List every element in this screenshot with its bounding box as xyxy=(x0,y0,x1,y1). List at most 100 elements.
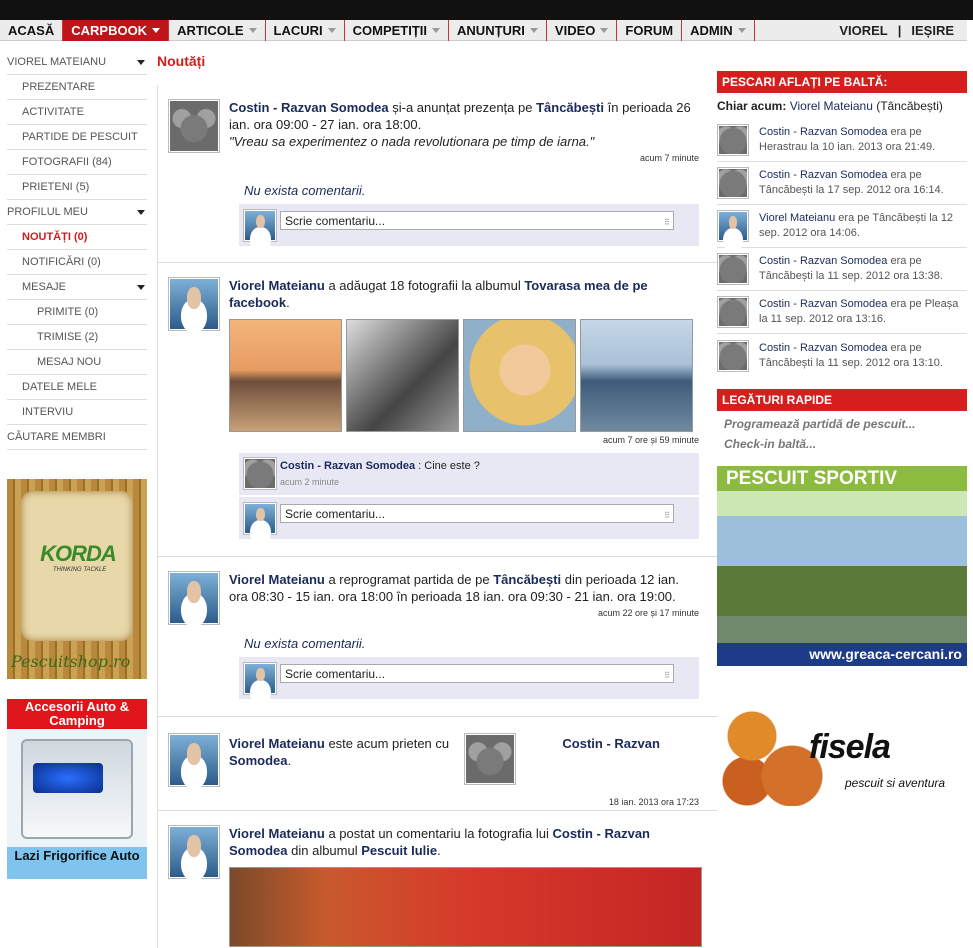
sidebar-item-prezentare[interactable]: PREZENTARE xyxy=(7,75,147,100)
photo-thumbnail[interactable] xyxy=(463,319,576,432)
koala-avatar-image xyxy=(719,255,747,283)
avatar[interactable] xyxy=(717,339,749,372)
resize-grip-icon[interactable]: ⠿ xyxy=(664,671,670,680)
avatar[interactable] xyxy=(168,571,220,625)
avatar[interactable] xyxy=(168,277,220,331)
comment-input[interactable] xyxy=(280,664,674,683)
checkin-name-link[interactable]: Costin - Razvan Somodea xyxy=(759,169,887,181)
sidebar-item-noutati[interactable]: NOUTĂȚI (0) xyxy=(7,225,147,250)
nav-competitii[interactable]: COMPETIȚII xyxy=(345,20,450,41)
author-link[interactable]: Viorel Mateianu xyxy=(229,736,325,751)
place-link[interactable]: Tâncăbești xyxy=(493,572,561,587)
fisela-ad[interactable]: fisela pescuit si aventura xyxy=(717,706,967,806)
checkin-name-link[interactable]: Costin - Razvan Somodea xyxy=(759,342,887,354)
nav-acasa[interactable]: ACASĂ xyxy=(0,20,64,41)
sidebar-item-fotografii[interactable]: FOTOGRAFII (84) xyxy=(7,150,147,175)
feed-list: Costin - Razvan Somodea și-a anunțat pre… xyxy=(157,85,717,948)
avatar xyxy=(243,662,277,695)
cooler-ad-title: Accesorii Auto & Camping xyxy=(7,699,147,729)
avatar[interactable] xyxy=(464,733,516,785)
nav-carpbook[interactable]: CARPBOOK xyxy=(63,20,170,41)
sidebar-item-prieteni[interactable]: PRIETENI (5) xyxy=(7,175,147,200)
post-text: Costin - Razvan Somodea și-a anunțat pre… xyxy=(229,99,699,150)
comment-author-link[interactable]: Costin - Razvan Somodea xyxy=(280,460,415,472)
koala-avatar-image xyxy=(466,735,514,783)
sidebar-item-cautare[interactable]: CĂUTARE MEMBRI xyxy=(7,425,147,450)
cooler-ad-banner[interactable]: Accesorii Auto & Camping Lazi Frigorific… xyxy=(7,699,147,879)
korda-ad-banner[interactable]: KORDA THINKING TACKLE Pescuitshop.ro xyxy=(7,479,147,679)
album-link[interactable]: Pescuit Iulie xyxy=(361,843,437,858)
place-link[interactable]: Tâncăbești xyxy=(536,100,604,115)
chevron-down-icon xyxy=(137,284,145,290)
photo-thumbnail[interactable] xyxy=(580,319,693,432)
user-name-link[interactable]: VIOREL xyxy=(839,23,887,38)
author-link[interactable]: Costin - Razvan Somodea xyxy=(229,100,389,115)
resize-grip-icon[interactable]: ⠿ xyxy=(664,511,670,520)
sidebar-item-partide[interactable]: PARTIDE DE PESCUIT xyxy=(7,125,147,150)
sidebar-item-notificari[interactable]: NOTIFICĂRI (0) xyxy=(7,250,147,275)
sidebar-profile-header[interactable]: VIOREL MATEIANU xyxy=(7,50,147,75)
nav-articole[interactable]: ARTICOLE xyxy=(169,20,266,41)
post-text-part: a reprogramat partida de pe xyxy=(324,572,494,587)
sidebar-item-activitate[interactable]: ACTIVITATE xyxy=(7,100,147,125)
nav-lacuri[interactable]: LACURI xyxy=(266,20,345,41)
avatar[interactable] xyxy=(717,167,749,199)
avatar[interactable] xyxy=(168,733,220,787)
comment-input[interactable] xyxy=(280,211,674,230)
checkin-name-link[interactable]: Costin - Razvan Somodea xyxy=(759,255,887,267)
avatar[interactable] xyxy=(243,457,277,490)
ad-title: PESCUIT SPORTIV xyxy=(717,466,967,491)
comment-input[interactable] xyxy=(280,504,674,523)
author-link[interactable]: Viorel Mateianu xyxy=(229,572,325,587)
commented-photo[interactable] xyxy=(229,867,702,947)
sidebar-my-profile-header[interactable]: PROFILUL MEU xyxy=(7,200,147,225)
now-label: Chiar acum: xyxy=(717,99,787,113)
pescuit-sportiv-ad[interactable]: PESCUIT SPORTIV www.greaca-cercani.ro xyxy=(717,466,967,666)
nav-anunturi[interactable]: ANUNȚURI xyxy=(449,20,547,41)
checkin-text: Costin - Razvan Somodea era pe Pleașa la… xyxy=(759,297,967,327)
cooler-image xyxy=(21,739,133,839)
sidebar-item-trimise[interactable]: TRIMISE (2) xyxy=(7,325,147,350)
nav-admin[interactable]: ADMIN xyxy=(682,20,755,41)
list-item: Costin - Razvan Somodea era pe Herastrau… xyxy=(717,119,967,162)
feed-post: Viorel Mateianu a adăugat 18 fotografii … xyxy=(158,263,717,557)
koala-avatar-image xyxy=(719,298,747,326)
fisela-logo: fisela xyxy=(809,728,891,766)
sidebar-item-datele-mele[interactable]: DATELE MELE xyxy=(7,375,147,400)
fisela-tagline: pescuit si aventura xyxy=(845,776,946,790)
chevron-down-icon xyxy=(327,28,336,33)
photo-thumbnail[interactable] xyxy=(346,319,459,432)
nav-video[interactable]: VIDEO xyxy=(547,20,618,41)
avatar[interactable] xyxy=(168,99,220,153)
checkin-name-link[interactable]: Costin - Razvan Somodea xyxy=(759,298,887,310)
nav-forum[interactable]: FORUM xyxy=(617,20,683,41)
chevron-down-icon xyxy=(248,28,257,33)
avatar[interactable] xyxy=(717,124,749,156)
comment-item: Costin - Razvan Somodea : Cine este ? ac… xyxy=(239,453,699,495)
avatar[interactable] xyxy=(168,825,220,879)
checkin-name-link[interactable]: Viorel Mateianu xyxy=(759,212,835,224)
sidebar-item-mesaj-nou[interactable]: MESAJ NOU xyxy=(7,350,147,375)
right-sidebar: PESCARI AFLAȚI PE BALTĂ: Chiar acum: Vio… xyxy=(717,71,967,806)
schedule-trip-link[interactable]: Programează partidă de pescuit... xyxy=(717,411,967,431)
sidebar-messages-header[interactable]: MESAJE xyxy=(7,275,147,300)
author-link[interactable]: Viorel Mateianu xyxy=(229,278,325,293)
photo-strip xyxy=(229,319,699,432)
resize-grip-icon[interactable]: ⠿ xyxy=(664,218,670,227)
photo-thumbnail[interactable] xyxy=(229,319,342,432)
avatar[interactable] xyxy=(717,296,749,328)
feed-post: Viorel Mateianu a postat un comentariu l… xyxy=(158,811,717,948)
sidebar-item-primite[interactable]: PRIMITE (0) xyxy=(7,300,147,325)
korda-tagline: THINKING TACKLE xyxy=(53,567,107,573)
now-place: (Tâncăbești) xyxy=(872,99,943,113)
comment-timestamp: acum 2 minute xyxy=(280,477,340,487)
checkin-name-link[interactable]: Costin - Razvan Somodea xyxy=(759,126,887,138)
author-link[interactable]: Viorel Mateianu xyxy=(229,826,325,841)
avatar[interactable] xyxy=(717,210,749,242)
avatar[interactable] xyxy=(717,253,749,285)
now-name-link[interactable]: Viorel Mateianu xyxy=(790,99,873,113)
sidebar-item-interviu[interactable]: INTERVIU xyxy=(7,400,147,425)
checkin-link[interactable]: Check-in baltă... xyxy=(717,431,967,451)
post-timestamp: acum 7 ore și 59 minute xyxy=(602,435,699,445)
logout-link[interactable]: IEȘIRE xyxy=(911,23,954,38)
